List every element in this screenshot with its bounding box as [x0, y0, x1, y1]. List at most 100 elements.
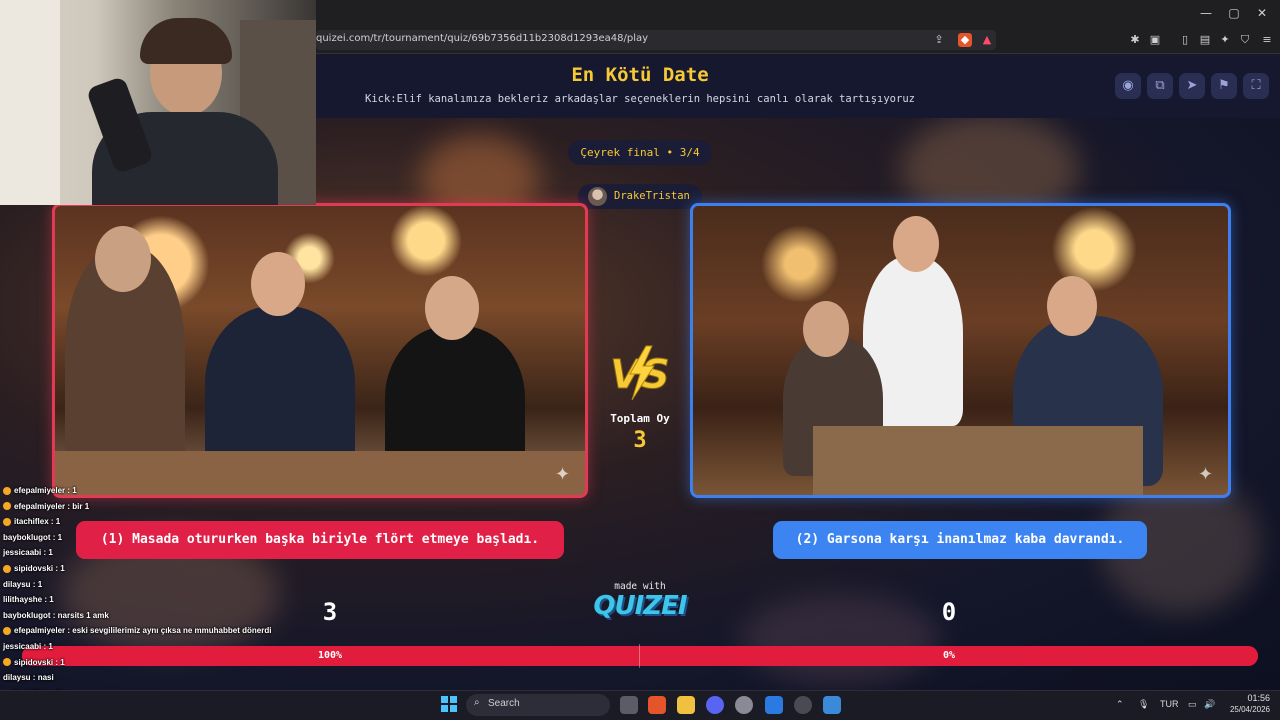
- chat-username[interactable]: dilaysu: [3, 673, 31, 682]
- settings-icon[interactable]: [735, 696, 753, 714]
- brave-browser-icon[interactable]: [648, 696, 666, 714]
- total-votes-label: Toplam Oy: [610, 412, 670, 425]
- quizei-logo[interactable]: QUIZEI: [590, 591, 690, 621]
- webcam-hair: [140, 18, 232, 64]
- media-icon[interactable]: ▣: [1148, 33, 1162, 47]
- chat-text: : 1: [50, 532, 63, 542]
- image-figure: [425, 276, 479, 340]
- maximize-button[interactable]: ▢: [1224, 6, 1244, 20]
- quiz-title: En Kötü Date: [571, 64, 709, 86]
- option-2-button[interactable]: (2) Garsona karşı inanılmaz kaba davrand…: [773, 521, 1147, 559]
- chevron-up-icon[interactable]: ⌃: [1116, 699, 1124, 710]
- send-icon[interactable]: ➤: [1179, 73, 1205, 99]
- taskbar-search-placeholder: Search: [488, 698, 520, 709]
- sparkle-icon: ✦: [1198, 464, 1214, 485]
- chat-message: itachiflex : 1: [3, 515, 60, 529]
- minimize-button[interactable]: —: [1196, 6, 1216, 20]
- chat-badge-icon: [3, 502, 11, 511]
- option-2-image[interactable]: ✦: [690, 203, 1231, 498]
- image-table: [813, 426, 1143, 495]
- clock-date[interactable]: 25/04/2026: [1222, 705, 1270, 714]
- chat-message: efepalmiyeler : bir 1: [3, 500, 89, 514]
- image-figure: [803, 301, 849, 357]
- chat-username[interactable]: itachiflex: [14, 517, 49, 526]
- chat-text: : 1: [30, 579, 43, 589]
- microphone-icon[interactable]: 🎙: [1138, 699, 1149, 710]
- progress-divider: [639, 644, 640, 668]
- taskbar: [0, 690, 1280, 720]
- app-icon[interactable]: [765, 696, 783, 714]
- chat-badge-icon: [3, 658, 11, 667]
- image-figure: [893, 216, 939, 272]
- bokeh-light: [740, 594, 940, 684]
- windows-start-icon[interactable]: [441, 696, 457, 712]
- image-figure: [251, 252, 305, 316]
- brave-shield-icon[interactable]: ◆: [958, 33, 972, 47]
- chat-message: dilaysu : 1: [3, 578, 42, 592]
- discord-icon[interactable]: [706, 696, 724, 714]
- menu-icon[interactable]: ≡: [1260, 33, 1274, 47]
- task-view-icon[interactable]: [620, 696, 638, 714]
- eye-icon[interactable]: ◉: [1115, 73, 1141, 99]
- chat-username[interactable]: sipidovski: [14, 658, 53, 667]
- chat-username[interactable]: sipidovski: [14, 564, 53, 573]
- fullscreen-icon[interactable]: ⛶: [1243, 73, 1269, 99]
- chat-text: : 1: [41, 548, 53, 558]
- chat-message: dilaysu : nasi: [3, 671, 54, 685]
- chat-message: lilithayshe : 1: [3, 593, 54, 607]
- chat-username[interactable]: efepalmiyeler: [14, 626, 65, 635]
- chat-message: bayboklugot : 1: [3, 531, 62, 545]
- chat-message: jessicaabi : 1: [3, 546, 53, 560]
- clock-time[interactable]: 01:56: [1238, 693, 1270, 703]
- address-url: quizei.com/tr/tournament/quiz/69b7356d11…: [316, 33, 649, 44]
- total-votes-value: 3: [633, 428, 647, 453]
- chat-username[interactable]: jessicaabi: [3, 548, 41, 557]
- copy-icon[interactable]: ⧉: [1147, 73, 1173, 99]
- chat-message: jessicaabi : 1: [3, 640, 53, 654]
- vs-logo-icon: VS: [610, 345, 670, 401]
- extensions-icon[interactable]: ✱: [1128, 33, 1142, 47]
- address-bar[interactable]: quizei.com/tr/tournament/quiz/69b7356d11…: [316, 30, 996, 50]
- chat-badge-icon: [3, 486, 11, 495]
- chat-username[interactable]: lilithayshe: [3, 595, 42, 604]
- chat-message: bayboklugot : narsits 1 amk: [3, 609, 109, 623]
- chat-message: sipidovski : 1: [3, 562, 65, 576]
- brave-rewards-icon[interactable]: ▲: [980, 33, 994, 47]
- image-figure: [1047, 276, 1097, 336]
- chat-username[interactable]: dilaysu: [3, 580, 31, 589]
- share-icon[interactable]: ⇪: [932, 33, 946, 47]
- option-1-score: 3: [322, 598, 338, 626]
- volume-icon[interactable]: 🔊: [1204, 699, 1215, 710]
- search-icon: ⌕: [474, 697, 480, 708]
- chat-badge-icon: [3, 518, 11, 527]
- chat-username[interactable]: bayboklugot: [3, 533, 51, 542]
- option-1-image[interactable]: ✦: [52, 203, 588, 498]
- sparkle-icon: ✦: [555, 464, 571, 485]
- network-icon[interactable]: ▭: [1188, 699, 1197, 710]
- chat-badge-icon: [3, 564, 11, 573]
- vpn-icon[interactable]: ⛉: [1238, 33, 1252, 47]
- avatar: [588, 187, 607, 206]
- flag-icon[interactable]: ⚑: [1211, 73, 1237, 99]
- chat-username[interactable]: bayboklugot: [3, 611, 51, 620]
- wallet-icon[interactable]: ▤: [1198, 33, 1212, 47]
- app-icon[interactable]: [823, 696, 841, 714]
- chat-username[interactable]: jessicaabi: [3, 642, 41, 651]
- language-indicator[interactable]: TUR: [1160, 699, 1179, 709]
- file-explorer-icon[interactable]: [677, 696, 695, 714]
- chat-badge-icon: [3, 627, 11, 636]
- leo-ai-icon[interactable]: ✦: [1218, 33, 1232, 47]
- close-window-button[interactable]: ✕: [1252, 6, 1272, 20]
- obs-icon[interactable]: [794, 696, 812, 714]
- chat-message: efepalmiyeler : eski sevgililerimiz aynı…: [3, 624, 271, 638]
- chat-text: : narsits 1 amk: [50, 610, 109, 620]
- sidebar-icon[interactable]: ▯: [1178, 33, 1192, 47]
- chat-text: : 1: [65, 486, 77, 495]
- chat-text: : nasi: [30, 673, 54, 683]
- image-figure: [95, 226, 151, 292]
- chat-message: efepalmiyeler : 1: [3, 484, 77, 498]
- chat-username[interactable]: efepalmiyeler: [14, 486, 65, 495]
- chat-text: : 1: [48, 517, 61, 527]
- chat-username[interactable]: efepalmiyeler: [14, 502, 65, 511]
- webcam-overlay: [0, 0, 316, 205]
